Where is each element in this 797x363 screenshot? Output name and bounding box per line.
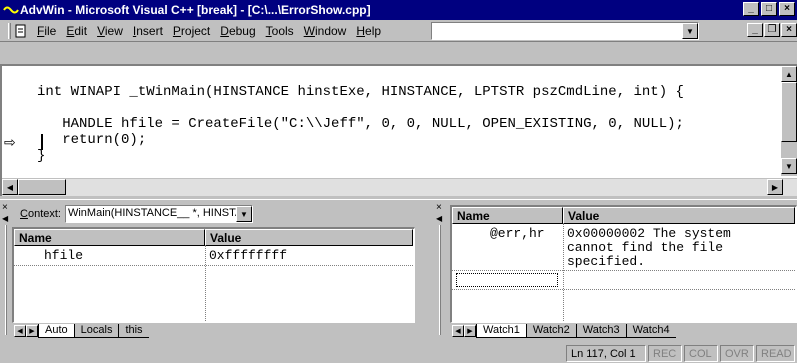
- column-header-value[interactable]: Value: [563, 207, 795, 224]
- tab-locals[interactable]: Locals: [73, 324, 119, 338]
- menu-project[interactable]: Project: [168, 24, 215, 38]
- toolbar-area: [0, 43, 797, 64]
- menu-edit[interactable]: Edit: [61, 24, 92, 38]
- code-line-4: }: [37, 148, 46, 164]
- close-button[interactable]: ×: [779, 2, 795, 16]
- editor-vertical-scrollbar[interactable]: ▲ ▼: [781, 66, 797, 176]
- code-editor[interactable]: int WINAPI _tWinMain(HINSTANCE hinstExe,…: [0, 64, 797, 196]
- status-ovr: OVR: [720, 345, 754, 362]
- pane-arrow-icon[interactable]: ◀: [2, 214, 8, 223]
- scroll-down-icon[interactable]: ▼: [781, 158, 797, 174]
- minimize-button[interactable]: _: [743, 2, 759, 16]
- scroll-up-icon[interactable]: ▲: [781, 66, 797, 82]
- watch-name[interactable]: @err,hr: [490, 226, 545, 241]
- code-line-3: return(0);: [37, 132, 147, 148]
- menu-file[interactable]: File: [32, 24, 61, 38]
- text-caret: [41, 134, 43, 150]
- column-header-value[interactable]: Value: [205, 229, 413, 246]
- doc-restore-button[interactable]: ❐: [764, 23, 780, 37]
- status-read: READ: [756, 345, 795, 362]
- tab-prev-icon[interactable]: ◀: [452, 325, 464, 337]
- variable-value[interactable]: 0xffffffff: [209, 248, 287, 263]
- column-header-name[interactable]: Name: [14, 229, 205, 246]
- new-watch-entry[interactable]: [456, 273, 558, 287]
- title-bar: AdvWin - Microsoft Visual C++ [break] - …: [0, 0, 797, 20]
- menu-tools[interactable]: Tools: [261, 24, 299, 38]
- menu-view[interactable]: View: [92, 24, 128, 38]
- variables-pane: × ◀ Context: WinMain(HINSTANCE__ *, HINS…: [0, 201, 427, 341]
- current-statement-arrow-icon: ⇨: [4, 134, 16, 150]
- context-combo[interactable]: WinMain(HINSTANCE__ *, HINSTANCE__ *, ch…: [64, 205, 253, 223]
- tab-watch3[interactable]: Watch3: [575, 324, 626, 338]
- watch-list[interactable]: Name Value @err,hr 0x00000002 The system…: [450, 205, 797, 323]
- app-icon: [2, 2, 20, 18]
- cursor-position: Ln 117, Col 1: [566, 345, 646, 362]
- scroll-left-icon[interactable]: ◀: [2, 179, 18, 195]
- pane-grip[interactable]: [5, 225, 7, 335]
- watch-pane: × ◀ Name Value @err,hr 0x00000002 The sy…: [434, 201, 797, 341]
- doc-close-button[interactable]: ×: [781, 23, 797, 37]
- find-combo[interactable]: ▼: [431, 22, 699, 40]
- code-line-2: HANDLE hfile = CreateFile("C:\\Jeff", 0,…: [37, 116, 684, 132]
- tab-watch1[interactable]: Watch1: [476, 324, 526, 338]
- code-line-1: int WINAPI _tWinMain(HINSTANCE hinstExe,…: [37, 84, 684, 100]
- status-col: COL: [684, 345, 718, 362]
- menu-help[interactable]: Help: [351, 24, 386, 38]
- pane-arrow-icon[interactable]: ◀: [436, 214, 442, 223]
- tab-auto[interactable]: Auto: [38, 324, 74, 338]
- watch-value-line-3[interactable]: specified.: [567, 254, 645, 269]
- watch-tabs: ◀ ▶ Watch1 Watch2 Watch3 Watch4: [452, 322, 676, 340]
- pane-splitter[interactable]: [0, 196, 797, 200]
- vertical-scroll-thumb[interactable]: [781, 82, 797, 142]
- menu-debug[interactable]: Debug: [215, 24, 260, 38]
- tab-this[interactable]: this: [118, 324, 149, 338]
- watch-value-line-1[interactable]: 0x00000002 The system: [567, 226, 731, 241]
- editor-horizontal-scrollbar[interactable]: ◀ ▶: [2, 178, 797, 196]
- chevron-down-icon[interactable]: ▼: [235, 206, 252, 222]
- pane-grip[interactable]: [439, 225, 441, 335]
- menu-insert[interactable]: Insert: [128, 24, 168, 38]
- tab-watch2[interactable]: Watch2: [525, 324, 576, 338]
- tab-next-icon[interactable]: ▶: [26, 325, 38, 337]
- context-value: WinMain(HINSTANCE__ *, HINSTANCE__ *, ch…: [67, 207, 252, 219]
- maximize-button[interactable]: □: [761, 2, 777, 16]
- window-title: AdvWin - Microsoft Visual C++ [break] - …: [20, 3, 371, 17]
- scroll-right-icon[interactable]: ▶: [767, 179, 783, 195]
- status-bar: Ln 117, Col 1 REC COL OVR READ: [0, 342, 797, 363]
- tab-next-icon[interactable]: ▶: [464, 325, 476, 337]
- watch-value-line-2[interactable]: cannot find the file: [567, 240, 723, 255]
- context-label: Context:: [20, 208, 61, 220]
- menu-bar: File Edit View Insert Project Debug Tools Windo…: [0, 20, 797, 42]
- horizontal-scroll-thumb[interactable]: [18, 179, 66, 195]
- column-header-name[interactable]: Name: [452, 207, 563, 224]
- close-icon[interactable]: ×: [436, 203, 446, 213]
- doc-minimize-button[interactable]: _: [747, 23, 763, 37]
- tab-watch4[interactable]: Watch4: [625, 324, 676, 338]
- document-icon[interactable]: [14, 24, 28, 38]
- toolbar-grip[interactable]: [8, 22, 11, 39]
- status-rec: REC: [648, 345, 682, 362]
- menu-window[interactable]: Window: [299, 24, 352, 38]
- variable-name[interactable]: hfile: [44, 248, 83, 263]
- variables-list[interactable]: Name Value hfile 0xffffffff: [12, 227, 415, 323]
- tab-prev-icon[interactable]: ◀: [14, 325, 26, 337]
- close-icon[interactable]: ×: [2, 203, 12, 213]
- variables-tabs: ◀ ▶ Auto Locals this: [14, 322, 149, 340]
- chevron-down-icon[interactable]: ▼: [682, 23, 698, 39]
